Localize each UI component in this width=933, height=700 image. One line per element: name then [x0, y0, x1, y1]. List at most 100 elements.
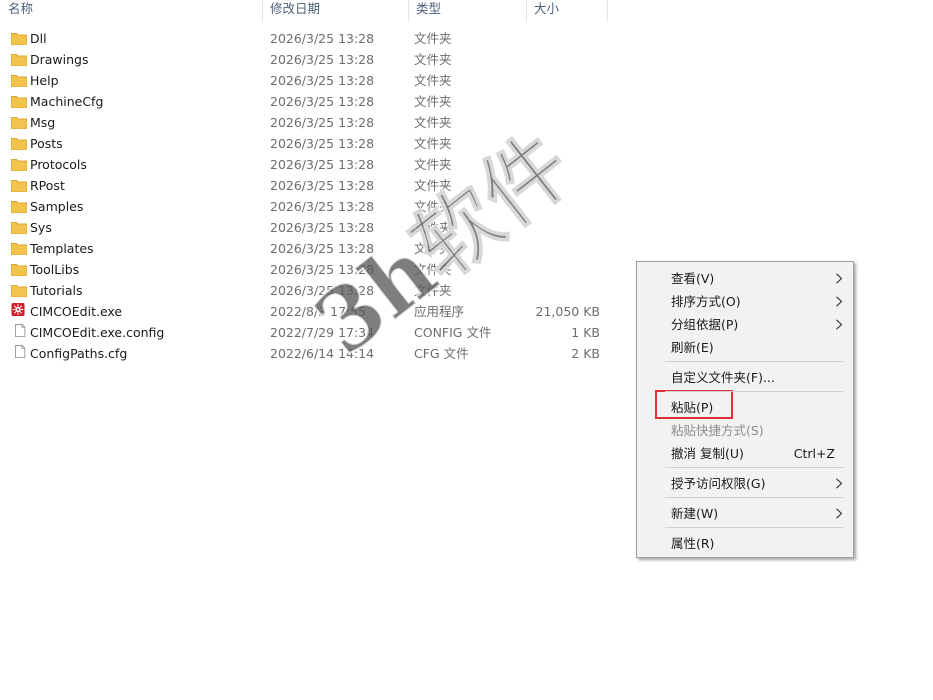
file-type: 文件夹 — [414, 31, 452, 46]
file-type: 文件夹 — [414, 136, 452, 151]
file-name: Drawings — [30, 52, 89, 67]
file-size — [520, 175, 600, 196]
file-row[interactable]: ConfigPaths.cfg 2022/6/14 14:14 CFG 文件 2 KB — [0, 343, 610, 364]
file-row[interactable]: Drawings 2026/3/25 13:28 文件夹 — [0, 49, 610, 70]
folder-icon — [11, 201, 27, 213]
file-date: 2022/8/3 17:55 — [270, 304, 367, 319]
file-date: 2026/3/25 13:28 — [270, 115, 375, 130]
file-size — [520, 280, 600, 301]
file-date: 2022/6/14 14:14 — [270, 346, 375, 361]
column-header-size[interactable]: 大小 — [526, 0, 608, 22]
menu-item-grant-access[interactable]: 授予访问权限(G) — [637, 472, 853, 495]
file-name: Templates — [30, 241, 94, 256]
file-type: 文件夹 — [414, 241, 452, 256]
menu-item-shortcut: Ctrl+Z — [793, 446, 835, 461]
folder-icon — [11, 159, 27, 171]
folder-icon — [11, 285, 27, 297]
chevron-right-icon — [836, 296, 843, 307]
menu-item-label: 查看(V) — [671, 271, 715, 286]
menu-item-label: 撤消 复制(U) — [671, 446, 744, 461]
file-row[interactable]: Tutorials 2026/3/25 13:28 文件夹 — [0, 280, 610, 301]
file-type: 文件夹 — [414, 178, 452, 193]
menu-item-label: 自定义文件夹(F)... — [671, 370, 775, 385]
file-row[interactable]: Dll 2026/3/25 13:28 文件夹 — [0, 28, 610, 49]
file-row[interactable]: Help 2026/3/25 13:28 文件夹 — [0, 70, 610, 91]
file-type: 应用程序 — [414, 304, 465, 319]
file-type: 文件夹 — [414, 94, 452, 109]
folder-icon — [11, 33, 27, 45]
menu-item-refresh[interactable]: 刷新(E) — [637, 336, 853, 359]
file-size: 21,050 KB — [535, 304, 600, 319]
file-type: CFG 文件 — [414, 346, 469, 361]
file-date: 2026/3/25 13:28 — [270, 31, 375, 46]
file-name: CIMCOEdit.exe — [30, 304, 123, 319]
file-name: MachineCfg — [30, 94, 104, 109]
folder-icon — [11, 264, 27, 276]
menu-item-label: 分组依据(P) — [671, 317, 739, 332]
file-size — [520, 28, 600, 49]
file-size — [520, 196, 600, 217]
file-date: 2026/3/25 13:28 — [270, 262, 375, 277]
menu-item-paste[interactable]: 粘贴(P) — [637, 396, 853, 419]
file-row[interactable]: Templates 2026/3/25 13:28 文件夹 — [0, 238, 610, 259]
file-row[interactable]: CIMCOEdit.exe 2022/8/3 17:55 应用程序 21,050 KB — [0, 301, 610, 322]
file-type: 文件夹 — [414, 157, 452, 172]
menu-separator — [665, 467, 843, 468]
file-row[interactable]: ToolLibs 2026/3/25 13:28 文件夹 — [0, 259, 610, 280]
column-header-name[interactable]: 名称 — [0, 0, 262, 22]
menu-item-label: 粘贴(P) — [671, 400, 714, 415]
column-header-date[interactable]: 修改日期 — [262, 0, 408, 22]
file-size — [520, 49, 600, 70]
file-row[interactable]: Msg 2026/3/25 13:28 文件夹 — [0, 112, 610, 133]
folder-icon — [11, 180, 27, 192]
file-name: Samples — [30, 199, 84, 214]
menu-separator — [665, 361, 843, 362]
folder-icon — [11, 222, 27, 234]
file-size — [520, 70, 600, 91]
file-date: 2026/3/25 13:28 — [270, 73, 375, 88]
file-row[interactable]: Protocols 2026/3/25 13:28 文件夹 — [0, 154, 610, 175]
file-date: 2026/3/25 13:28 — [270, 199, 375, 214]
column-header-type[interactable]: 类型 — [408, 0, 526, 22]
column-divider[interactable] — [607, 0, 608, 22]
menu-item-properties[interactable]: 属性(R) — [637, 532, 853, 555]
file-row[interactable]: Posts 2026/3/25 13:28 文件夹 — [0, 133, 610, 154]
menu-separator — [665, 527, 843, 528]
file-row[interactable]: RPost 2026/3/25 13:28 文件夹 — [0, 175, 610, 196]
menu-item-view[interactable]: 查看(V) — [637, 267, 853, 290]
file-type: 文件夹 — [414, 262, 452, 277]
file-type: 文件夹 — [414, 52, 452, 67]
menu-item-group[interactable]: 分组依据(P) — [637, 313, 853, 336]
menu-separator — [665, 391, 843, 392]
file-name: Posts — [30, 136, 63, 151]
menu-item-undo-copy[interactable]: 撤消 复制(U) Ctrl+Z — [637, 442, 853, 465]
file-type: 文件夹 — [414, 220, 452, 235]
menu-item-customize[interactable]: 自定义文件夹(F)... — [637, 366, 853, 389]
folder-icon — [11, 243, 27, 255]
file-date: 2026/3/25 13:28 — [270, 52, 375, 67]
file-size — [520, 217, 600, 238]
file-date: 2026/3/25 13:28 — [270, 157, 375, 172]
menu-item-sort[interactable]: 排序方式(O) — [637, 290, 853, 313]
file-size: 2 KB — [571, 346, 600, 361]
file-size — [520, 154, 600, 175]
file-type: 文件夹 — [414, 73, 452, 88]
file-name: CIMCOEdit.exe.config — [30, 325, 165, 340]
menu-item-label: 刷新(E) — [671, 340, 714, 355]
file-type: CONFIG 文件 — [414, 325, 492, 340]
folder-icon — [11, 96, 27, 108]
file-row[interactable]: CIMCOEdit.exe.config 2022/7/29 17:34 CONFI… — [0, 322, 610, 343]
file-size — [520, 112, 600, 133]
file-row[interactable]: Samples 2026/3/25 13:28 文件夹 — [0, 196, 610, 217]
folder-icon — [11, 138, 27, 150]
file-name: Msg — [30, 115, 56, 130]
file-row[interactable]: MachineCfg 2026/3/25 13:28 文件夹 — [0, 91, 610, 112]
column-header: 名称 修改日期 类型 大小 — [0, 0, 610, 22]
menu-item-new[interactable]: 新建(W) — [637, 502, 853, 525]
file-size — [520, 259, 600, 280]
folder-icon — [11, 117, 27, 129]
menu-separator — [665, 497, 843, 498]
chevron-right-icon — [836, 273, 843, 284]
file-row[interactable]: Sys 2026/3/25 13:28 文件夹 — [0, 217, 610, 238]
file-size — [520, 238, 600, 259]
